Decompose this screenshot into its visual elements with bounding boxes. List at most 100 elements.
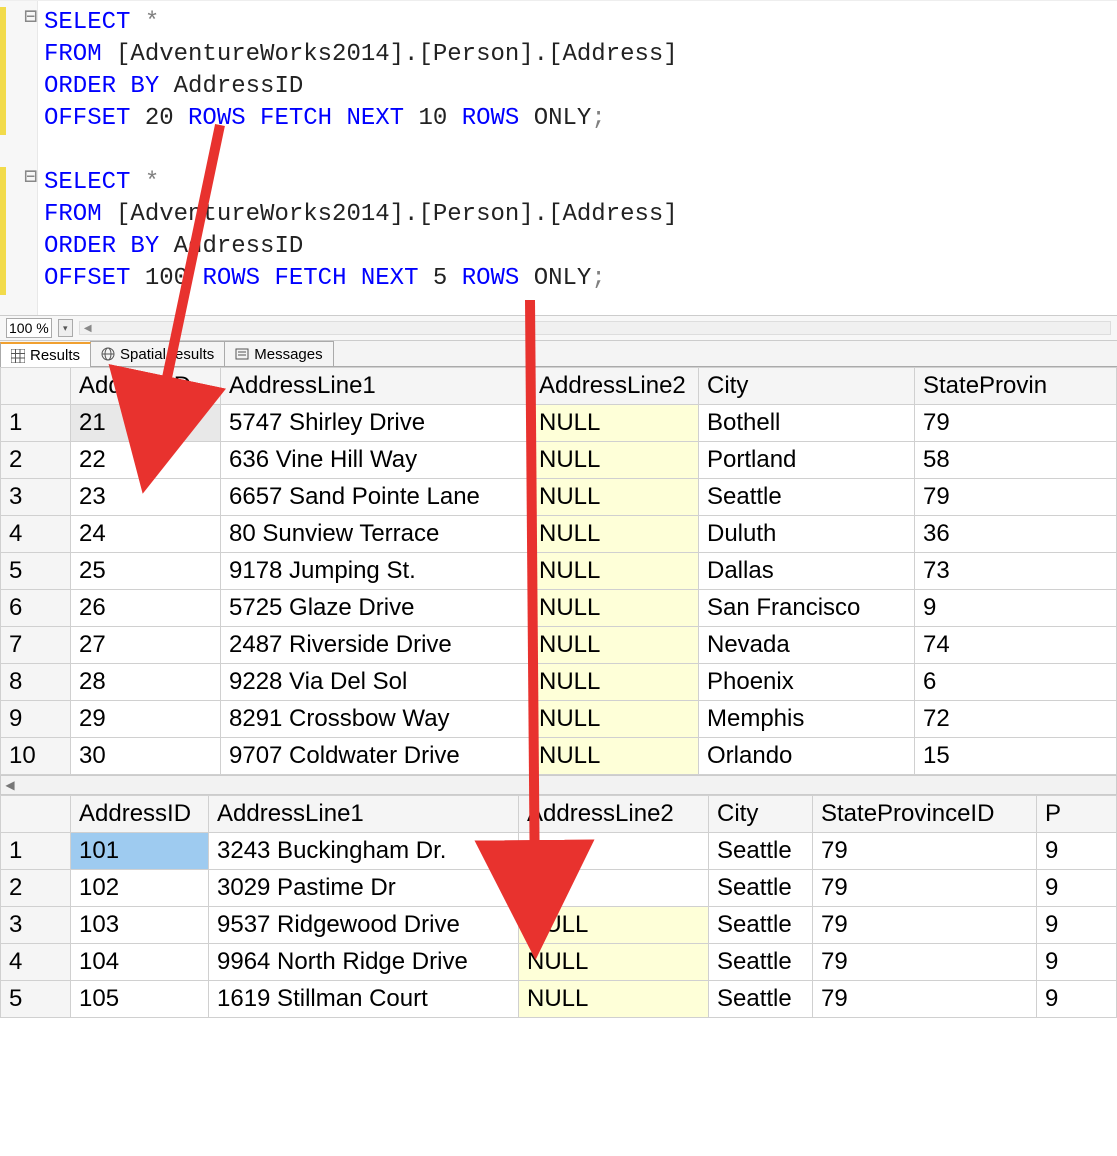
- cell[interactable]: 104: [71, 944, 209, 981]
- cell[interactable]: 22: [71, 442, 221, 479]
- row-number[interactable]: 3: [1, 907, 71, 944]
- cell[interactable]: 103: [71, 907, 209, 944]
- cell[interactable]: 23: [71, 479, 221, 516]
- table-row[interactable]: 41049964 North Ridge DriveNULLSeattle799: [1, 944, 1117, 981]
- sql-editor[interactable]: ⊟ ⊟ SELECT * FROM [AdventureWorks2014].[…: [0, 0, 1117, 316]
- table-row[interactable]: 10309707 Coldwater DriveNULLOrlando15: [1, 738, 1117, 775]
- results-grid-1[interactable]: AddressID AddressLine1 AddressLine2 City…: [0, 367, 1117, 775]
- cell[interactable]: 102: [71, 870, 209, 907]
- collapse-icon[interactable]: ⊟: [24, 166, 37, 188]
- cell[interactable]: Seattle: [709, 833, 813, 870]
- cell[interactable]: 28: [71, 664, 221, 701]
- cell[interactable]: 79: [813, 981, 1037, 1018]
- cell[interactable]: NULL: [531, 516, 699, 553]
- tab-messages[interactable]: Messages: [224, 341, 333, 366]
- cell[interactable]: Dallas: [699, 553, 915, 590]
- col-addressline1[interactable]: AddressLine1: [209, 796, 519, 833]
- cell[interactable]: 79: [813, 944, 1037, 981]
- row-number[interactable]: 1: [1, 833, 71, 870]
- cell[interactable]: Memphis: [699, 701, 915, 738]
- cell[interactable]: 9: [1037, 981, 1117, 1018]
- results-grid-2[interactable]: AddressID AddressLine1 AddressLine2 City…: [0, 795, 1117, 1018]
- cell[interactable]: NULL: [519, 981, 709, 1018]
- cell[interactable]: NULL: [531, 405, 699, 442]
- table-row[interactable]: 222636 Vine Hill WayNULLPortland58: [1, 442, 1117, 479]
- cell[interactable]: 5747 Shirley Drive: [221, 405, 531, 442]
- cell[interactable]: NULL: [531, 553, 699, 590]
- col-p[interactable]: P: [1037, 796, 1117, 833]
- cell[interactable]: 636 Vine Hill Way: [221, 442, 531, 479]
- col-addressline2[interactable]: AddressLine2: [519, 796, 709, 833]
- table-row[interactable]: 8289228 Via Del SolNULLPhoenix6: [1, 664, 1117, 701]
- cell[interactable]: San Francisco: [699, 590, 915, 627]
- cell[interactable]: Portland: [699, 442, 915, 479]
- row-number[interactable]: 1: [1, 405, 71, 442]
- col-city[interactable]: City: [709, 796, 813, 833]
- cell[interactable]: # 2: [519, 870, 709, 907]
- cell[interactable]: 74: [915, 627, 1117, 664]
- cell[interactable]: 9: [1037, 907, 1117, 944]
- cell[interactable]: 73: [915, 553, 1117, 590]
- cell[interactable]: 79: [915, 479, 1117, 516]
- cell[interactable]: 9707 Coldwater Drive: [221, 738, 531, 775]
- cell[interactable]: # 207: [519, 833, 709, 870]
- cell[interactable]: 9178 Jumping St.: [221, 553, 531, 590]
- grid1-hscroll[interactable]: ◀: [0, 775, 1117, 795]
- cell[interactable]: Orlando: [699, 738, 915, 775]
- table-row[interactable]: 21023029 Pastime Dr# 2Seattle799: [1, 870, 1117, 907]
- table-row[interactable]: 5259178 Jumping St.NULLDallas73: [1, 553, 1117, 590]
- row-number[interactable]: 8: [1, 664, 71, 701]
- tab-spatial[interactable]: Spatial results: [90, 341, 225, 366]
- cell[interactable]: 79: [813, 870, 1037, 907]
- scroll-left-icon[interactable]: ◀: [1, 776, 19, 794]
- col-addressline1[interactable]: AddressLine1: [221, 368, 531, 405]
- cell[interactable]: NULL: [519, 944, 709, 981]
- cell[interactable]: 15: [915, 738, 1117, 775]
- cell[interactable]: 105: [71, 981, 209, 1018]
- cell[interactable]: 30: [71, 738, 221, 775]
- cell[interactable]: NULL: [531, 479, 699, 516]
- tab-results[interactable]: Results: [0, 342, 91, 367]
- row-number[interactable]: 5: [1, 981, 71, 1018]
- cell[interactable]: 58: [915, 442, 1117, 479]
- cell[interactable]: Seattle: [699, 479, 915, 516]
- cell[interactable]: 9: [915, 590, 1117, 627]
- zoom-dropdown-icon[interactable]: ▾: [58, 319, 73, 337]
- table-row[interactable]: 9298291 Crossbow WayNULLMemphis72: [1, 701, 1117, 738]
- cell[interactable]: NULL: [531, 701, 699, 738]
- cell[interactable]: 9: [1037, 944, 1117, 981]
- row-number[interactable]: 4: [1, 944, 71, 981]
- cell[interactable]: 79: [915, 405, 1117, 442]
- col-addressid[interactable]: AddressID: [71, 796, 209, 833]
- cell[interactable]: 2487 Riverside Drive: [221, 627, 531, 664]
- cell[interactable]: 80 Sunview Terrace: [221, 516, 531, 553]
- cell[interactable]: 25: [71, 553, 221, 590]
- row-number[interactable]: 3: [1, 479, 71, 516]
- collapse-icon[interactable]: ⊟: [24, 6, 37, 28]
- cell[interactable]: 9228 Via Del Sol: [221, 664, 531, 701]
- cell[interactable]: 9964 North Ridge Drive: [209, 944, 519, 981]
- cell[interactable]: 1619 Stillman Court: [209, 981, 519, 1018]
- code-area[interactable]: SELECT * FROM [AdventureWorks2014].[Pers…: [38, 1, 678, 315]
- row-number[interactable]: 6: [1, 590, 71, 627]
- cell[interactable]: 24: [71, 516, 221, 553]
- cell[interactable]: Seattle: [709, 981, 813, 1018]
- cell[interactable]: 3029 Pastime Dr: [209, 870, 519, 907]
- row-number[interactable]: 10: [1, 738, 71, 775]
- col-addressline2[interactable]: AddressLine2: [531, 368, 699, 405]
- cell[interactable]: NULL: [531, 442, 699, 479]
- cell[interactable]: 27: [71, 627, 221, 664]
- cell[interactable]: 36: [915, 516, 1117, 553]
- row-number[interactable]: 2: [1, 870, 71, 907]
- cell[interactable]: 9537 Ridgewood Drive: [209, 907, 519, 944]
- table-row[interactable]: 7272487 Riverside DriveNULLNevada74: [1, 627, 1117, 664]
- cell[interactable]: 26: [71, 590, 221, 627]
- col-stateprov[interactable]: StateProvin: [915, 368, 1117, 405]
- cell[interactable]: 9: [1037, 833, 1117, 870]
- cell[interactable]: NULL: [531, 590, 699, 627]
- cell[interactable]: Seattle: [709, 907, 813, 944]
- table-row[interactable]: 1215747 Shirley DriveNULLBothell79: [1, 405, 1117, 442]
- zoom-level[interactable]: 100 %: [6, 318, 52, 338]
- scroll-left-icon[interactable]: ◀: [81, 322, 95, 334]
- col-stateprovinceid[interactable]: StateProvinceID: [813, 796, 1037, 833]
